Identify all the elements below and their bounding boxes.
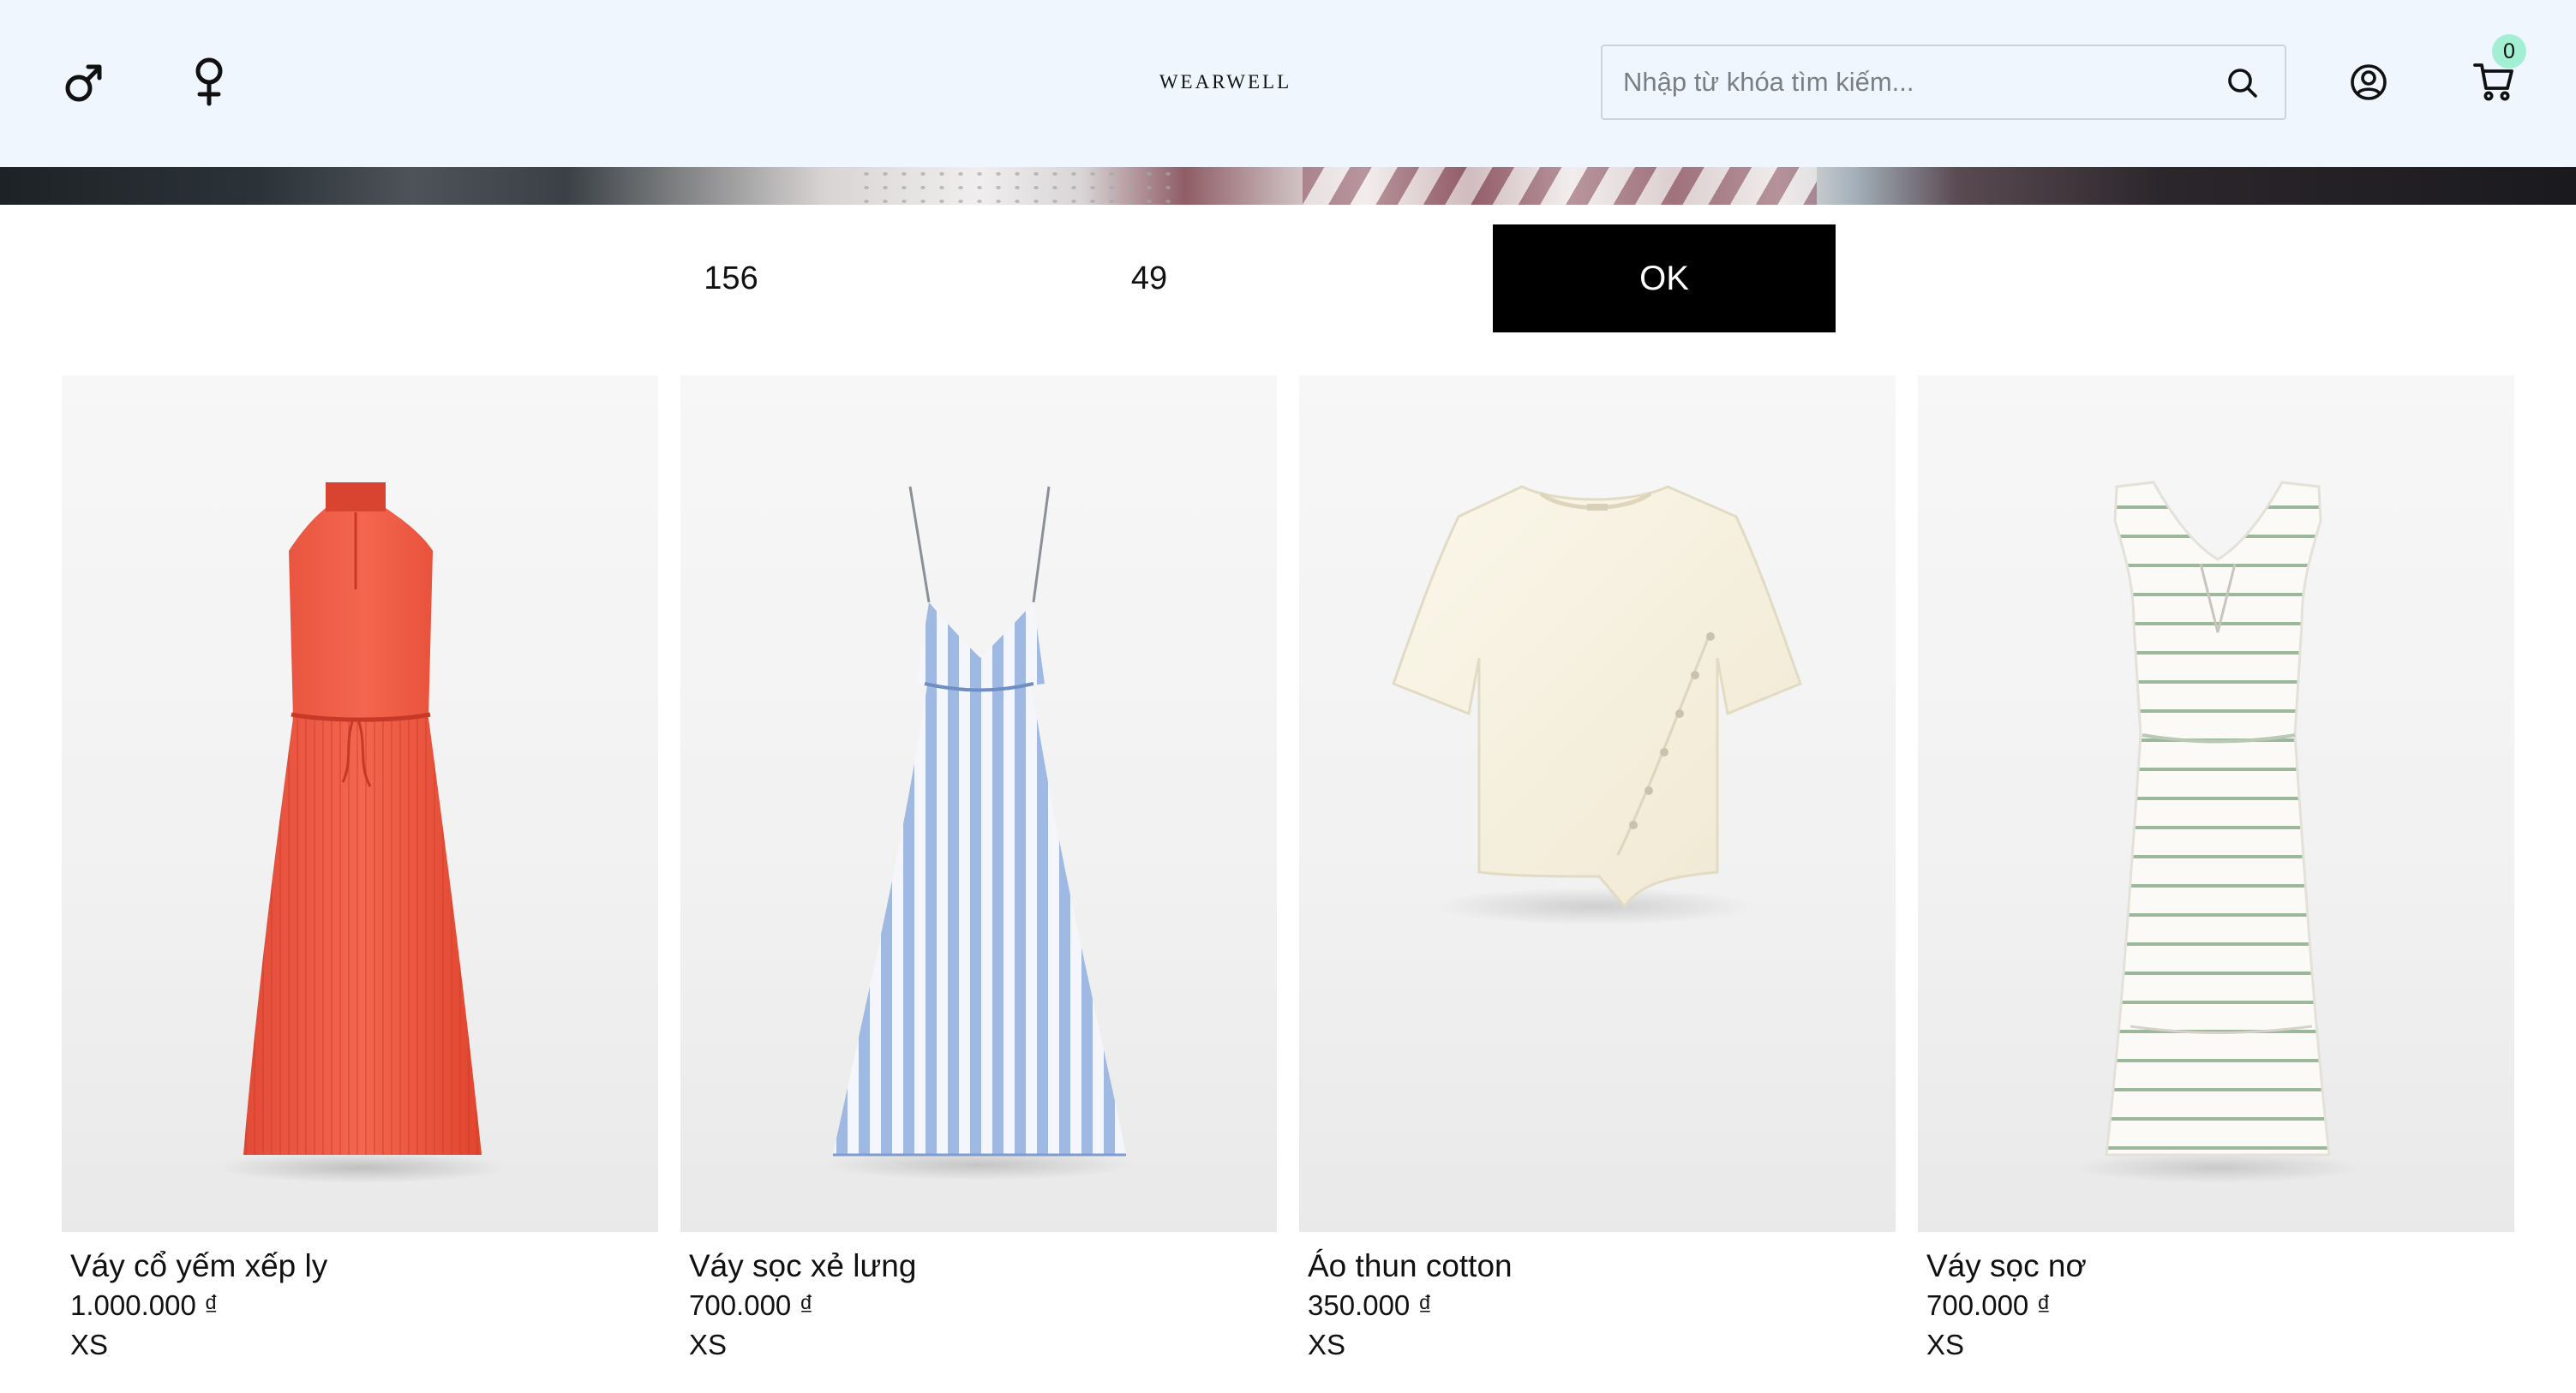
- male-icon[interactable]: [63, 62, 105, 105]
- product-card[interactable]: Áo thun cotton 350.000 ₫ XS: [1299, 375, 1896, 1393]
- banner-image: [0, 167, 2576, 205]
- product-card[interactable]: Váy sọc nơ 700.000 ₫ XS: [1918, 375, 2514, 1393]
- banner-pattern: [1303, 167, 1817, 205]
- product-price: 700.000 ₫: [1926, 1289, 2052, 1321]
- product-price: 350.000 ₫: [1308, 1289, 1433, 1321]
- price-min-value[interactable]: 156: [684, 257, 778, 300]
- product-name[interactable]: Váy sọc nơ: [1926, 1247, 2087, 1285]
- brand-logo[interactable]: WEARWELL: [1140, 65, 1311, 99]
- product-card[interactable]: Váy cổ yếm xếp ly 1.000.000 ₫ XS: [62, 375, 658, 1393]
- product-price: 700.000 ₫: [689, 1289, 814, 1321]
- product-card[interactable]: Váy sọc xẻ lưng 700.000 ₫ XS: [680, 375, 1277, 1393]
- search-bar: [1601, 45, 2286, 120]
- product-size: XS: [689, 1329, 728, 1360]
- search-input[interactable]: [1623, 46, 2206, 118]
- price-max-value[interactable]: 49: [1102, 257, 1196, 300]
- product-name[interactable]: Váy cổ yếm xếp ly: [70, 1247, 327, 1285]
- female-icon[interactable]: [190, 57, 228, 106]
- product-size: XS: [1308, 1329, 1346, 1360]
- product-size: XS: [1926, 1329, 1965, 1360]
- search-icon[interactable]: [2226, 67, 2259, 99]
- product-image[interactable]: [1299, 375, 1896, 1232]
- product-name[interactable]: Váy sọc xẻ lưng: [689, 1247, 916, 1285]
- product-size: XS: [70, 1329, 109, 1360]
- product-price: 1.000.000 ₫: [70, 1289, 219, 1321]
- ok-button[interactable]: OK: [1493, 224, 1836, 332]
- product-image[interactable]: [1918, 375, 2514, 1232]
- product-image[interactable]: [680, 375, 1277, 1232]
- product-name[interactable]: Áo thun cotton: [1308, 1247, 1513, 1285]
- top-header: WEARWELL 0: [0, 0, 2576, 167]
- account-icon[interactable]: [2350, 63, 2387, 101]
- product-image[interactable]: [62, 375, 658, 1232]
- cart-count-badge: 0: [2492, 34, 2526, 69]
- banner-pattern: [857, 167, 1174, 205]
